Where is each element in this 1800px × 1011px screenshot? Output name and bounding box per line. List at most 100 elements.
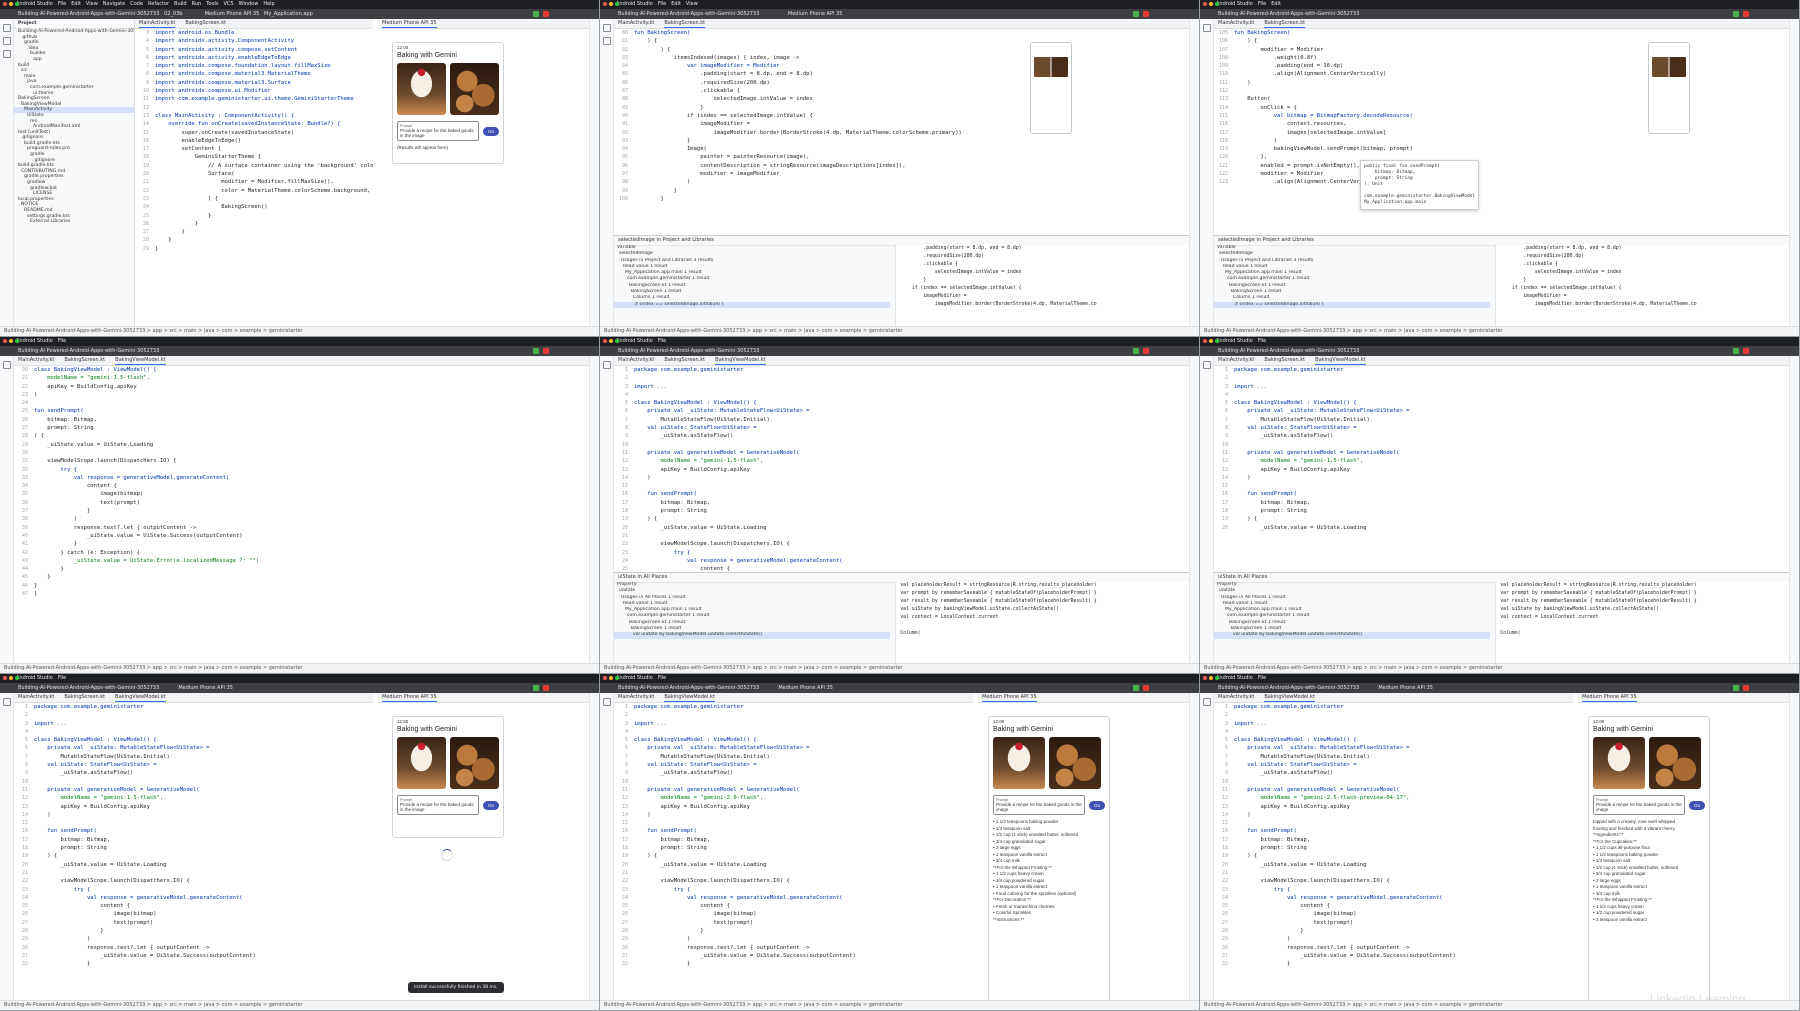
project-name[interactable]: Building-AI-Powered-Android-Apps-with-Ge… [618,11,759,17]
window-controls[interactable] [3,2,19,6]
code-lines[interactable]: package com.example.geministarter import … [1234,366,1790,532]
menu-view[interactable]: View [86,0,98,9]
emulator-screen[interactable]: 12:00 Baking with Gemini Prompt Provide a… [392,716,504,838]
stop-icon[interactable] [1143,11,1149,17]
cookies-image[interactable] [450,63,499,115]
code-lines[interactable]: fun BakingScreen( ) { ) { itemsIndexed(i… [634,29,1190,203]
tab-running-device[interactable]: Medium Phone API 35 [382,19,437,28]
tab-baking-viewmodel[interactable]: BakingViewModel.kt [664,693,715,702]
menu-refactor[interactable]: Refactor [148,0,169,9]
code-lines[interactable]: import android.os.Bundle import androidx.… [155,29,373,253]
window-controls[interactable] [1203,2,1219,6]
project-name[interactable]: Building-AI-Powered-Android-Apps-with-Ge… [1218,11,1359,17]
menu-edit[interactable]: Edit [71,0,81,9]
menu-edit[interactable]: Edit [1271,0,1281,9]
run-icon[interactable] [533,348,539,354]
code-editor[interactable]: 1 2 3 4 5 6 7 8 9 10 11 12 13 14 15 16 17 18 19 20 21 22 23 24 2… [614,703,973,1000]
code-lines[interactable]: package com.example.geministarter import … [34,703,373,969]
commit-icon[interactable] [602,37,611,45]
stop-icon[interactable] [543,685,549,691]
quick-documentation-popup[interactable]: public final fun sendPrompt( bitmap: Bit… [1360,160,1480,210]
cupcake-image[interactable] [397,63,446,115]
find-results-tree[interactable]: Property uiState Usages in All Places 1 re… [614,582,891,663]
find-results-tree[interactable]: Variable selectedImage Usages in Project a… [1214,245,1491,326]
tab-baking-screen[interactable]: BakingScreen.kt [1264,19,1306,28]
cookies-image[interactable] [1649,737,1701,789]
folder-icon[interactable] [1202,698,1211,706]
window-controls[interactable] [3,339,19,343]
menu-app[interactable]: Android Studio [16,674,53,683]
cookies-image[interactable] [1049,737,1101,789]
code-editor[interactable]: 105 106 107 108 109 110 111 112 113 114 115 116 117 1… [1214,29,1790,235]
menu-run[interactable]: Run [192,0,202,9]
tab-baking-viewmodel[interactable]: BakingViewModel.kt [1315,356,1366,365]
project-name[interactable]: Building-AI-Powered-Android-Apps-with-Ge… [18,348,159,354]
menu-file[interactable]: File [658,674,666,683]
project-name[interactable]: Building-AI-Powered-Android-Apps-with-Ge… [1218,348,1359,354]
menu-app[interactable]: Android Studio [1216,0,1253,9]
tab-baking-screen[interactable]: BakingScreen.kt [664,19,706,28]
tab-running-device[interactable]: Medium Phone API 35 [982,693,1037,702]
tab-baking-screen[interactable]: BakingScreen.kt [185,19,226,28]
folder-icon[interactable] [1202,24,1211,32]
device-selector[interactable]: Medium Phone API 35 [178,685,233,691]
prompt-input[interactable]: Prompt Provide a recipe for the baked goo… [397,795,479,815]
window-controls[interactable] [3,676,19,680]
prompt-input[interactable]: Prompt Provide a recipe for the baked goo… [1593,795,1685,815]
stop-icon[interactable] [543,11,549,17]
code-lines[interactable]: package com.example.geministarter import … [634,703,973,969]
project-name[interactable]: Building-AI-Powered-Android-Apps-with-Ge… [618,685,759,691]
branch-name[interactable]: 02_03b [164,11,182,17]
tab-baking-viewmodel[interactable]: BakingViewModel.kt [715,356,766,365]
tab-main-activity[interactable]: MainActivity.kt [18,693,54,702]
tab-baking-viewmodel[interactable]: BakingViewModel.kt [115,356,166,365]
project-tree-item[interactable]: Building-AI-Powered-Android-Apps-with-Ge… [14,29,134,35]
prompt-input[interactable]: Prompt Provide a recipe for the baked goo… [397,121,479,141]
run-icon[interactable] [1733,11,1739,17]
structure-icon[interactable] [2,50,11,58]
stop-icon[interactable] [543,348,549,354]
menu-file[interactable]: File [58,674,66,683]
find-result-item[interactable]: val uiState by bakingViewModel.uiState.c… [614,632,891,639]
menu-app[interactable]: Android Studio [1216,337,1253,346]
project-panel-title[interactable]: Project [14,19,134,29]
run-icon[interactable] [1133,685,1139,691]
tab-baking-screen[interactable]: BakingScreen.kt [64,693,105,702]
tab-baking-viewmodel[interactable]: BakingViewModel.kt [1264,693,1315,702]
menu-edit[interactable]: Edit [671,0,681,9]
cookies-image[interactable] [450,737,499,789]
stop-icon[interactable] [1743,348,1749,354]
tab-baking-screen[interactable]: BakingScreen.kt [664,356,705,365]
menu-app[interactable]: Android Studio [1216,674,1253,683]
go-button[interactable]: Go [1688,800,1705,810]
prompt-input[interactable]: Prompt Provide a recipe for the baked goo… [993,795,1085,815]
code-editor[interactable]: 1 2 3 4 5 6 7 8 9 10 11 12 13 14 15 16 17 18 19 20 21 22 23 24 2… [614,366,1190,572]
window-controls[interactable] [1203,676,1219,680]
menu-help[interactable]: Help [263,0,274,9]
tab-running-device[interactable]: Medium Phone API 35 [1582,693,1637,702]
menu-file[interactable]: File [58,0,66,9]
stop-icon[interactable] [1143,685,1149,691]
menu-view[interactable]: View [686,0,698,9]
code-editor[interactable]: 3 4 5 6 7 8 9 10 11 12 13 14 15 16 17 18 19 20 21 22 23 24 25 2… [135,29,373,326]
find-results-tree[interactable]: Property uiState Usages in All Places 1 re… [1214,582,1491,663]
code-editor[interactable]: 1 2 3 4 5 6 7 8 9 10 11 12 13 14 15 16 17 18 19 20 21 22 23 24 2… [1214,703,1573,1000]
device-selector[interactable]: Medium Phone API 35 [1378,685,1433,691]
run-icon[interactable] [1733,685,1739,691]
menu-file[interactable]: File [658,0,666,9]
tab-baking-viewmodel[interactable]: BakingViewModel.kt [115,693,166,702]
code-editor[interactable]: 1 2 3 4 5 6 7 8 9 10 11 12 13 14 15 16 17 18 19 20 package … [1214,366,1790,572]
menu-code[interactable]: Code [130,0,143,9]
emulator-screen[interactable]: 12:00 Baking with Gemini Prompt Provide a… [1588,716,1710,1003]
folder-icon[interactable] [2,24,11,32]
go-button[interactable]: Go [1088,800,1105,810]
run-icon[interactable] [533,11,539,17]
run-icon[interactable] [1133,348,1139,354]
menu-tools[interactable]: Tools [206,0,218,9]
folder-icon[interactable] [602,698,611,706]
cupcake-image[interactable] [1593,737,1645,789]
menu-file[interactable]: File [58,337,66,346]
menu-app[interactable]: Android Studio [616,674,653,683]
find-results-tree[interactable]: Variable selectedImage Usages in Project a… [614,245,891,326]
folder-icon[interactable] [602,361,611,369]
